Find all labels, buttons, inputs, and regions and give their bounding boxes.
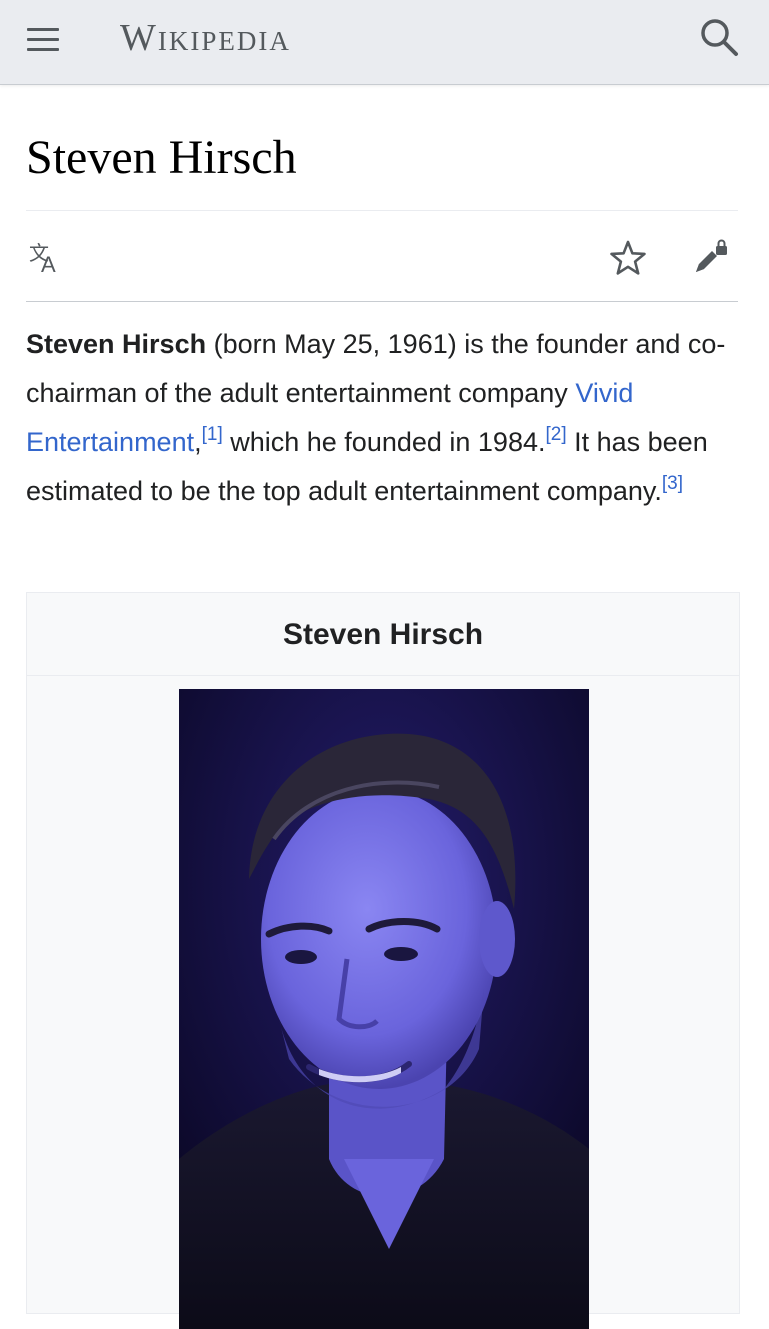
reference-1-link[interactable]: [1] [202, 424, 223, 445]
infobox-title: Steven Hirsch [27, 593, 739, 676]
intro-text: which he founded in 1984. [222, 427, 546, 457]
portrait-photo[interactable] [179, 689, 589, 1329]
reference-3[interactable]: [3] [662, 473, 683, 494]
intro-paragraph: Steven Hirsch (born May 25, 1961) is the… [26, 320, 738, 516]
top-bar: Wikipedia [0, 0, 769, 85]
reference-3-link[interactable]: [3] [662, 473, 683, 494]
reference-1[interactable]: [1] [202, 424, 223, 445]
search-icon[interactable] [696, 14, 742, 60]
intro-text: , [194, 427, 202, 457]
star-icon[interactable] [606, 236, 650, 280]
reference-2-link[interactable]: [2] [545, 424, 566, 445]
translate-icon[interactable]: 文 A [26, 236, 70, 280]
wikipedia-wordmark[interactable]: Wikipedia [120, 14, 291, 62]
title-divider [26, 210, 738, 211]
infobox: Steven Hirsch [26, 592, 740, 1329]
edit-lock-icon[interactable] [690, 236, 734, 280]
reference-2[interactable]: [2] [545, 424, 566, 445]
hamburger-menu-icon[interactable] [25, 22, 63, 56]
page-title: Steven Hirsch [26, 131, 297, 184]
svg-text:A: A [41, 252, 56, 277]
intro-subject-name: Steven Hirsch [26, 329, 207, 359]
actions-divider [26, 301, 738, 302]
